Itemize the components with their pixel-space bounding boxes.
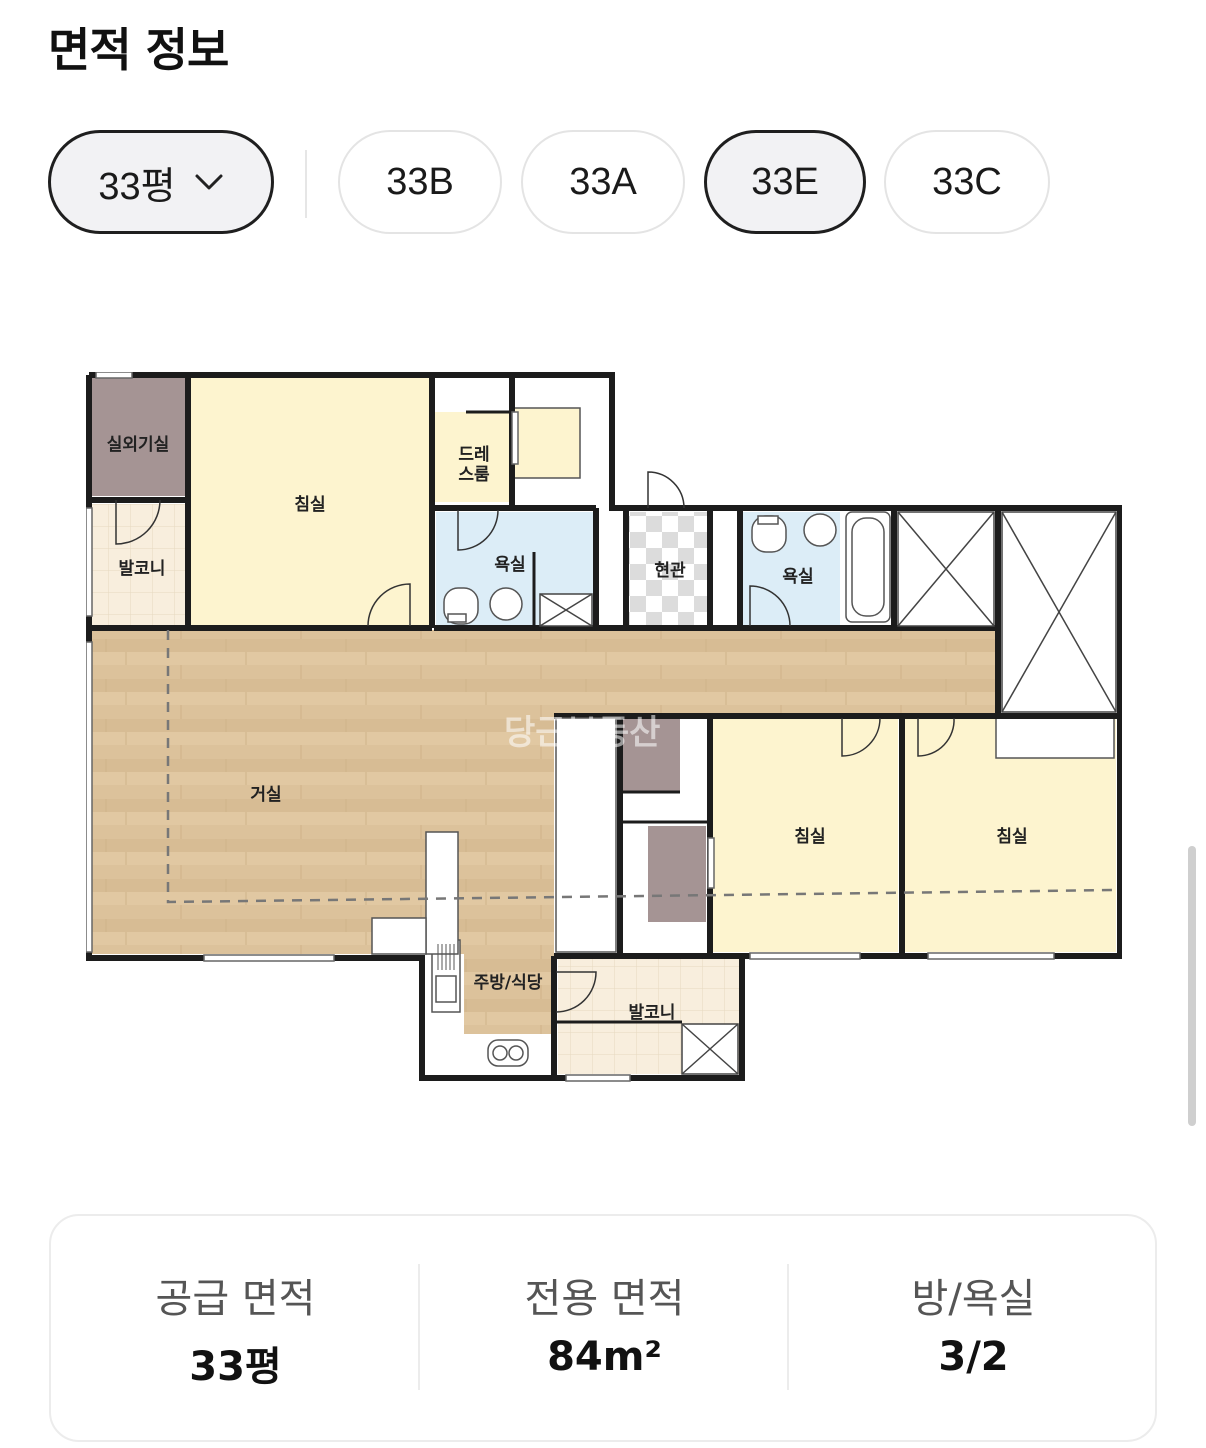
rooms-baths-value: 3/2 — [938, 1334, 1009, 1380]
chip-divider — [305, 150, 307, 218]
size-dropdown-label: 33평 — [98, 165, 176, 208]
room-label: 침실 — [996, 826, 1027, 847]
supply-area-label: 공급 면적 — [155, 1276, 316, 1322]
exclusive-area: 전용 면적 84m² — [420, 1216, 789, 1440]
chevron-down-icon — [194, 172, 224, 192]
type-chip-33e[interactable]: 33E — [704, 130, 866, 234]
type-chip-33b[interactable]: 33B — [338, 130, 502, 234]
supply-area-value: 33평 — [189, 1344, 282, 1390]
room-label: 발코니 — [119, 559, 166, 579]
type-chip-label: 33B — [386, 160, 454, 203]
room-label: 현관 — [654, 561, 686, 581]
area-info-card: 공급 면적 33평 전용 면적 84m² 방/욕실 3/2 — [49, 1214, 1157, 1442]
type-chip-33a[interactable]: 33A — [521, 130, 685, 234]
room-label: 스룸 — [458, 465, 490, 485]
size-dropdown-button[interactable]: 33평 — [48, 130, 274, 234]
page-title: 면적 정보 — [48, 23, 229, 77]
exclusive-area-label: 전용 면적 — [524, 1276, 685, 1322]
room-label: 욕실 — [782, 567, 813, 587]
rooms-baths-label: 방/욕실 — [911, 1276, 1036, 1322]
room-label: 주방/식당 — [474, 973, 543, 993]
room-label: 거실 — [250, 785, 281, 805]
room-label: 침실 — [294, 494, 325, 515]
living-room — [92, 630, 998, 714]
rooms-baths: 방/욕실 3/2 — [789, 1216, 1158, 1440]
room-label: 발코니 — [629, 1003, 676, 1023]
room-label: 드레 — [458, 445, 489, 465]
room-label: 실외기실 — [107, 435, 170, 455]
page-scrollbar[interactable] — [1188, 846, 1196, 1126]
room-label: 욕실 — [494, 555, 525, 575]
type-chip-label: 33A — [569, 160, 637, 203]
floorplan-svg: 실외기실 침실 드레 스룸 발코니 욕실 현관 욕실 거실 침실 침실 주방/식… — [85, 371, 1123, 1082]
type-chip-label: 33E — [751, 160, 819, 203]
supply-area: 공급 면적 33평 — [51, 1216, 420, 1440]
room-label: 침실 — [794, 826, 825, 847]
type-chip-33c[interactable]: 33C — [884, 130, 1050, 234]
type-chip-label: 33C — [932, 160, 1002, 203]
exclusive-area-value: 84m² — [547, 1334, 662, 1380]
watermark: 당근부동산 — [504, 713, 660, 753]
floorplan-image: 실외기실 침실 드레 스룸 발코니 욕실 현관 욕실 거실 침실 침실 주방/식… — [85, 371, 1123, 1088]
